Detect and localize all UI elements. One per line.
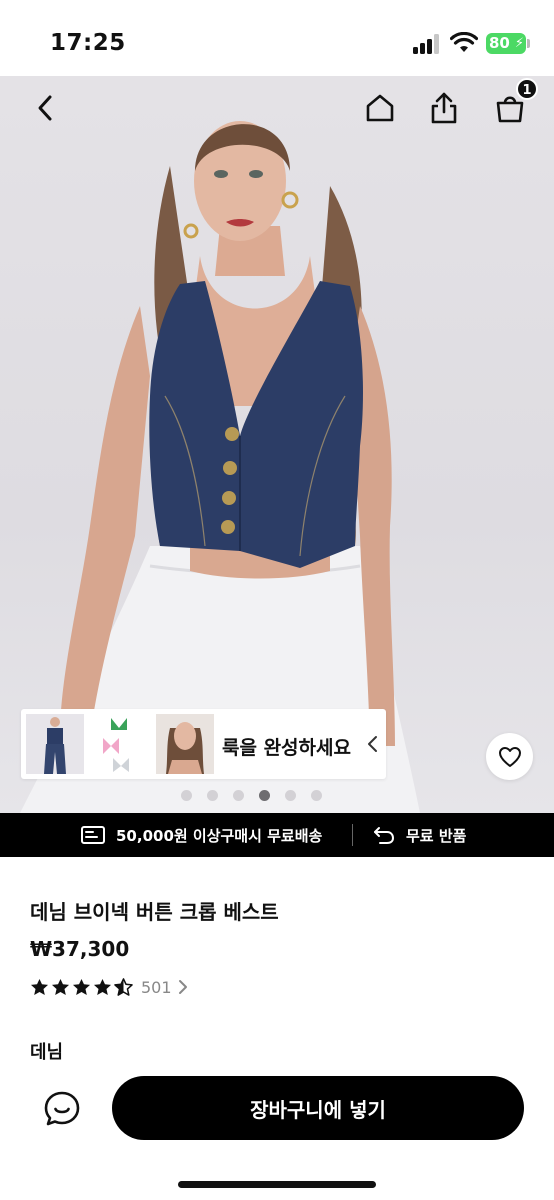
- hair-clips-thumbnail-image: [103, 718, 129, 772]
- rating-stars: [30, 978, 133, 996]
- product-photo: [20, 121, 420, 813]
- look-thumbnail[interactable]: [91, 714, 149, 774]
- pagination-dot[interactable]: [311, 790, 322, 801]
- star-icon: [30, 978, 49, 996]
- free-shipping-text: 50,000원 이상구매시 무료배송: [116, 826, 323, 845]
- status-bar: 17:25 80 ⚡: [0, 0, 554, 76]
- status-time: 17:25: [50, 30, 126, 56]
- cart-count-badge: 1: [516, 78, 538, 100]
- back-button[interactable]: [26, 88, 66, 128]
- pagination-dot[interactable]: [233, 790, 244, 801]
- look-thumbnail[interactable]: [156, 714, 214, 774]
- home-icon: [366, 94, 394, 122]
- free-shipping-promo: 50,000원 이상구매시 무료배송: [80, 813, 322, 857]
- star-icon: [93, 978, 112, 996]
- battery-cap: [527, 39, 530, 48]
- star-icon: [51, 978, 70, 996]
- share-icon: [431, 92, 457, 124]
- home-indicator[interactable]: [178, 1181, 376, 1188]
- look-thumbnail[interactable]: [26, 714, 84, 774]
- charging-icon: ⚡: [514, 36, 524, 51]
- return-arrow-icon: [374, 827, 395, 844]
- pagination-dot-active[interactable]: [259, 790, 270, 801]
- product-price: ₩37,300: [30, 937, 130, 961]
- star-icon: [72, 978, 91, 996]
- battery-level: 80: [489, 34, 510, 52]
- wifi-icon: [450, 32, 478, 52]
- pagination-dot[interactable]: [181, 790, 192, 801]
- free-returns-promo: 무료 반품: [372, 813, 466, 857]
- promo-divider: [352, 824, 353, 846]
- wishlist-button[interactable]: [486, 733, 533, 780]
- chevron-left-icon: [38, 95, 52, 121]
- heart-icon: [498, 746, 521, 767]
- product-title: 데님 브이넥 버튼 크롭 베스트: [30, 900, 279, 924]
- chevron-left-icon[interactable]: [365, 733, 381, 755]
- model-thumbnail-image: [166, 722, 204, 774]
- outfit-thumbnail-image: [44, 717, 66, 774]
- pagination-dot[interactable]: [285, 790, 296, 801]
- rating-row[interactable]: 501: [30, 975, 188, 999]
- home-button[interactable]: [360, 88, 400, 128]
- product-image-gallery[interactable]: 1: [0, 76, 554, 813]
- complete-the-look-label: 룩을 완성하세요: [222, 737, 351, 759]
- color-label: 데님: [30, 1042, 64, 1063]
- promo-bar: 50,000원 이상구매시 무료배송 무료 반품: [0, 813, 554, 857]
- battery-indicator: 80 ⚡: [486, 33, 526, 54]
- free-returns-text: 무료 반품: [406, 826, 467, 845]
- chat-button[interactable]: [40, 1087, 84, 1131]
- gallery-pagination: [0, 790, 554, 804]
- cart-button[interactable]: 1: [490, 78, 538, 128]
- cellular-signal-icon: [413, 34, 443, 54]
- review-count: 501: [141, 977, 172, 997]
- chevron-right-icon: [178, 980, 187, 994]
- pagination-dot[interactable]: [207, 790, 218, 801]
- complete-the-look-card[interactable]: 룩을 완성하세요: [21, 709, 386, 779]
- delivery-icon: [81, 826, 105, 844]
- half-star-icon: [114, 978, 133, 996]
- share-button[interactable]: [424, 88, 464, 128]
- add-to-cart-button[interactable]: 장바구니에 넣기: [112, 1076, 524, 1140]
- chat-icon: [44, 1091, 80, 1126]
